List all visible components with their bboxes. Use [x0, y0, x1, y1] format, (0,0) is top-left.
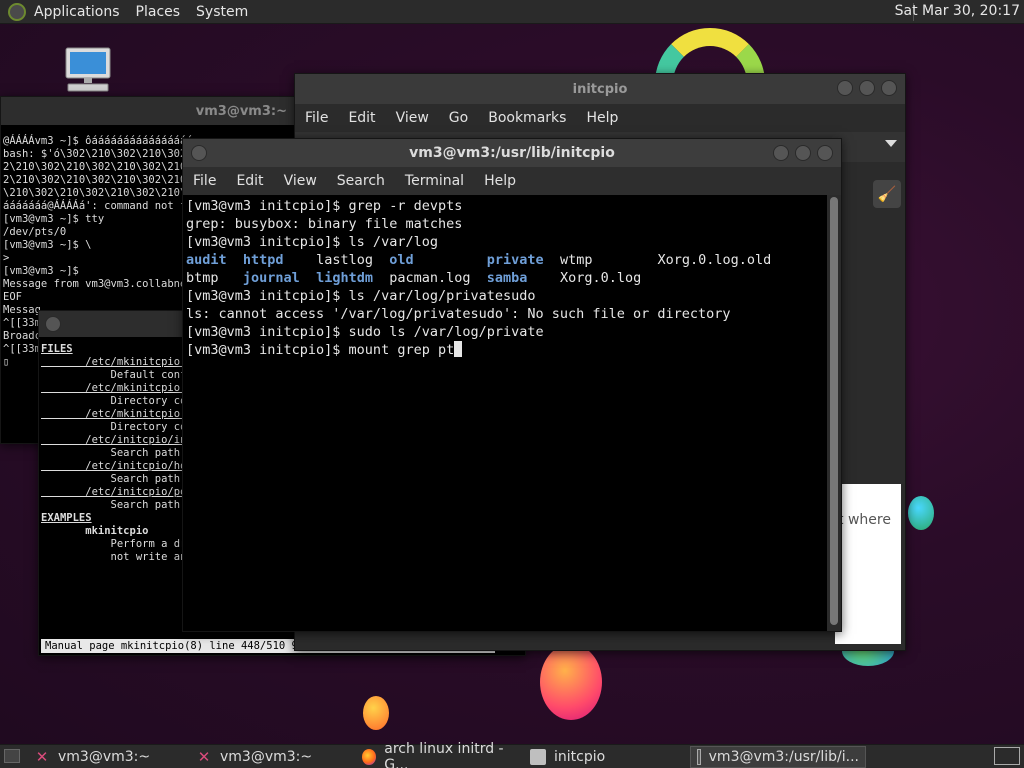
- window-titlebar[interactable]: vm3@vm3:~: [1, 97, 299, 125]
- decorative-orb-small: [363, 696, 389, 730]
- taskbar-button-label: vm3@vm3:~: [220, 748, 313, 765]
- menu-edit[interactable]: Edit: [348, 110, 375, 126]
- menu-search[interactable]: Search: [337, 173, 385, 189]
- decorative-orb-teal: [908, 496, 934, 530]
- taskbar-button-label: arch linux initrd - G...: [384, 740, 504, 768]
- close-button[interactable]: [881, 80, 897, 96]
- minimize-button[interactable]: [773, 145, 789, 161]
- terminal-text: [vm3@vm3 initcpio]$ sudo ls /var/log/pri…: [186, 324, 544, 340]
- terminal-line: [vm3@vm3 initcpio]$ ls /var/log: [186, 233, 824, 251]
- minimize-button[interactable]: [837, 80, 853, 96]
- terminal-window-initcpio[interactable]: vm3@vm3:/usr/lib/initcpio File Edit View…: [182, 138, 842, 632]
- menu-help[interactable]: Help: [586, 110, 618, 126]
- directory-entry: old: [389, 252, 414, 268]
- dropdown-arrow-icon[interactable]: [885, 140, 897, 147]
- bottom-taskbar: ✕ vm3@vm3:~ ✕ vm3@vm3:~ arch linux initrd - …: [0, 741, 1024, 768]
- taskbar-button[interactable]: ✕ vm3@vm3:~: [28, 746, 188, 768]
- menu-file[interactable]: File: [305, 110, 328, 126]
- close-button[interactable]: [817, 145, 833, 161]
- computer-icon[interactable]: [62, 46, 114, 94]
- taskbar-button[interactable]: ✕ vm3@vm3:~: [190, 746, 354, 768]
- terminal-icon: [697, 748, 701, 765]
- taskbar-button[interactable]: initcpio: [524, 746, 688, 768]
- menu-system[interactable]: System: [196, 4, 248, 20]
- show-desktop-left-icon[interactable]: [4, 749, 20, 763]
- terminal-line: [vm3@vm3 initcpio]$ mount grep pt: [186, 341, 824, 359]
- x-terminal-icon: ✕: [197, 747, 211, 766]
- terminal-text: [vm3@vm3 initcpio]$ ls /var/log/privates…: [186, 288, 536, 304]
- maximize-button[interactable]: [859, 80, 875, 96]
- file-entry: lastlog: [316, 252, 373, 268]
- directory-entry: samba: [486, 270, 528, 286]
- menu-bookmarks[interactable]: Bookmarks: [488, 110, 566, 126]
- file-view-area[interactable]: [835, 484, 901, 644]
- file-entry: btmp: [186, 270, 219, 286]
- terminal-menubar: File Edit View Search Terminal Help: [183, 167, 841, 195]
- window-menu-button[interactable]: [191, 145, 207, 161]
- window-title: vm3@vm3:/usr/lib/initcpio: [409, 145, 615, 161]
- window-titlebar[interactable]: vm3@vm3:/usr/lib/initcpio: [183, 139, 841, 167]
- directory-entry: journal: [242, 270, 300, 286]
- terminal-text: [vm3@vm3 initcpio]$ grep -r devpts: [186, 198, 463, 214]
- terminal-text: [vm3@vm3 initcpio]$ ls /var/log: [186, 234, 438, 250]
- file-entry: Xorg.0.log.old: [657, 252, 772, 268]
- menu-go[interactable]: Go: [449, 110, 468, 126]
- terminal-scrollbar[interactable]: [827, 195, 841, 631]
- directory-entry: httpd: [242, 252, 284, 268]
- text-cursor: [454, 341, 463, 357]
- top-panel: Applications Places System Sat Mar 30, 2…: [0, 0, 1024, 24]
- terminal-line: audit httpd lastlog old private wtmp Xor…: [186, 251, 824, 269]
- menu-terminal[interactable]: Terminal: [405, 173, 464, 189]
- directory-entry: lightdm: [316, 270, 373, 286]
- terminal-line: btmp journal lightdm pacman.log samba Xo…: [186, 269, 824, 287]
- file-entry: pacman.log: [389, 270, 471, 286]
- window-title: initcpio: [572, 81, 628, 97]
- terminal-line: ls: cannot access '/var/log/privatesudo'…: [186, 305, 824, 323]
- window-title: vm3@vm3:~: [195, 103, 287, 119]
- menu-applications[interactable]: Applications: [34, 4, 120, 20]
- window-titlebar[interactable]: initcpio: [295, 74, 905, 104]
- file-view-text: t where: [838, 512, 891, 528]
- file-manager-menubar: File Edit View Go Bookmarks Help: [295, 104, 905, 132]
- clock[interactable]: Sat Mar 30, 20:17: [895, 3, 1020, 19]
- clear-search-button[interactable]: 🧹: [873, 180, 901, 208]
- terminal-screen[interactable]: [vm3@vm3 initcpio]$ grep -r devpts grep: …: [183, 195, 827, 631]
- scrollbar-thumb[interactable]: [830, 197, 838, 625]
- terminal-line: [vm3@vm3 initcpio]$ ls /var/log/privates…: [186, 287, 824, 305]
- x-terminal-icon: ✕: [35, 747, 49, 766]
- menu-view[interactable]: View: [396, 110, 429, 126]
- taskbar-button[interactable]: vm3@vm3:/usr/lib/i...: [690, 745, 866, 768]
- folder-icon: [530, 748, 546, 765]
- taskbar-button-label: vm3@vm3:/usr/lib/i...: [708, 748, 859, 765]
- menu-help[interactable]: Help: [484, 173, 516, 189]
- directory-entry: audit: [186, 252, 227, 268]
- file-entry: wtmp: [559, 252, 593, 268]
- menu-edit[interactable]: Edit: [236, 173, 263, 189]
- terminal-text: [vm3@vm3 initcpio]$ mount grep pt: [186, 342, 455, 358]
- directory-entry: private: [486, 252, 544, 268]
- terminal-text: ls: cannot access '/var/log/privatesudo'…: [186, 306, 731, 322]
- maximize-button[interactable]: [795, 145, 811, 161]
- firefox-icon: [362, 748, 377, 765]
- taskbar-button-label: vm3@vm3:~: [58, 748, 151, 765]
- terminal-line: [vm3@vm3 initcpio]$ grep -r devpts: [186, 197, 824, 215]
- terminal-text: grep: busybox: binary file matches: [186, 216, 463, 232]
- menu-view[interactable]: View: [284, 173, 317, 189]
- file-entry: Xorg.0.log: [559, 270, 642, 286]
- terminal-line: grep: busybox: binary file matches: [186, 215, 824, 233]
- workspace-switcher-icon[interactable]: [994, 747, 1020, 765]
- taskbar-button[interactable]: arch linux initrd - G...: [356, 741, 522, 768]
- decorative-orb-orange: [540, 644, 602, 720]
- distro-logo-icon[interactable]: [8, 2, 26, 21]
- terminal-line: [vm3@vm3 initcpio]$ sudo ls /var/log/pri…: [186, 323, 824, 341]
- menu-file[interactable]: File: [193, 173, 216, 189]
- taskbar-button-label: initcpio: [554, 748, 606, 765]
- menu-places[interactable]: Places: [136, 4, 181, 20]
- window-menu-button[interactable]: [45, 316, 61, 332]
